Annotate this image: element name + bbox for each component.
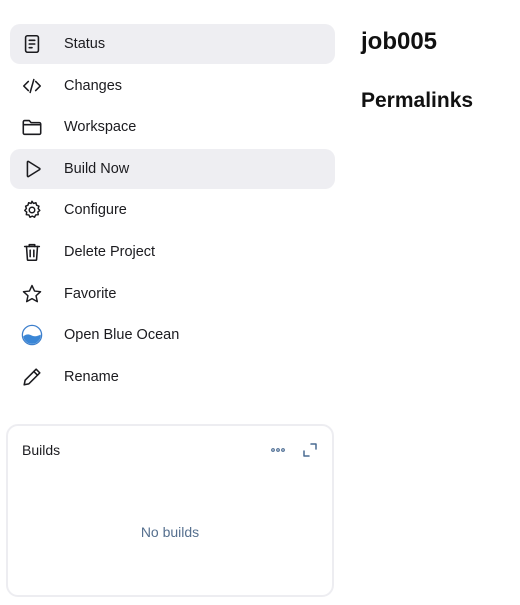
job-page: Status Changes Workspace Build Now Confi… — [0, 0, 520, 605]
sidebar-item-rename[interactable]: Rename — [10, 357, 335, 397]
builds-empty-text: No builds — [140, 524, 200, 540]
sidebar-item-configure[interactable]: Configure — [10, 190, 335, 230]
blue-ocean-icon — [20, 323, 44, 347]
sidebar-item-workspace[interactable]: Workspace — [10, 107, 335, 147]
builds-more-button[interactable] — [266, 438, 290, 462]
sidebar-item-build-now[interactable]: Build Now — [10, 149, 335, 189]
code-icon — [20, 74, 44, 98]
pencil-icon — [20, 365, 44, 389]
builds-card: Builds No builds — [6, 424, 334, 597]
more-horizontal-icon — [270, 442, 286, 458]
sidebar-item-label: Status — [64, 36, 106, 52]
sidebar-item-delete-project[interactable]: Delete Project — [10, 232, 335, 272]
sidebar-item-label: Rename — [64, 369, 119, 385]
sidebar-item-label: Open Blue Ocean — [64, 327, 180, 343]
sidebar-item-label: Configure — [64, 202, 127, 218]
page-title: job005 — [361, 28, 438, 55]
sidebar-item-label: Favorite — [64, 286, 117, 302]
builds-expand-button[interactable] — [298, 438, 322, 462]
play-icon — [20, 157, 44, 181]
sidebar-item-status[interactable]: Status — [10, 24, 335, 64]
builds-title: Builds — [22, 442, 61, 458]
sidebar-item-changes[interactable]: Changes — [10, 66, 335, 106]
document-icon — [20, 32, 44, 56]
sidebar-item-label: Changes — [64, 78, 123, 94]
sidebar-item-open-blue-ocean[interactable]: Open Blue Ocean — [10, 315, 335, 355]
sidebar-item-favorite[interactable]: Favorite — [10, 274, 335, 314]
sidebar-item-label: Delete Project — [64, 244, 156, 260]
sidebar-item-label: Build Now — [64, 161, 130, 177]
gear-icon — [20, 198, 44, 222]
expand-icon — [302, 442, 318, 458]
trash-icon — [20, 240, 44, 264]
sidebar-item-label: Workspace — [64, 119, 137, 135]
permalinks-heading: Permalinks — [361, 89, 474, 112]
folder-icon — [20, 115, 44, 139]
star-icon — [20, 282, 44, 306]
